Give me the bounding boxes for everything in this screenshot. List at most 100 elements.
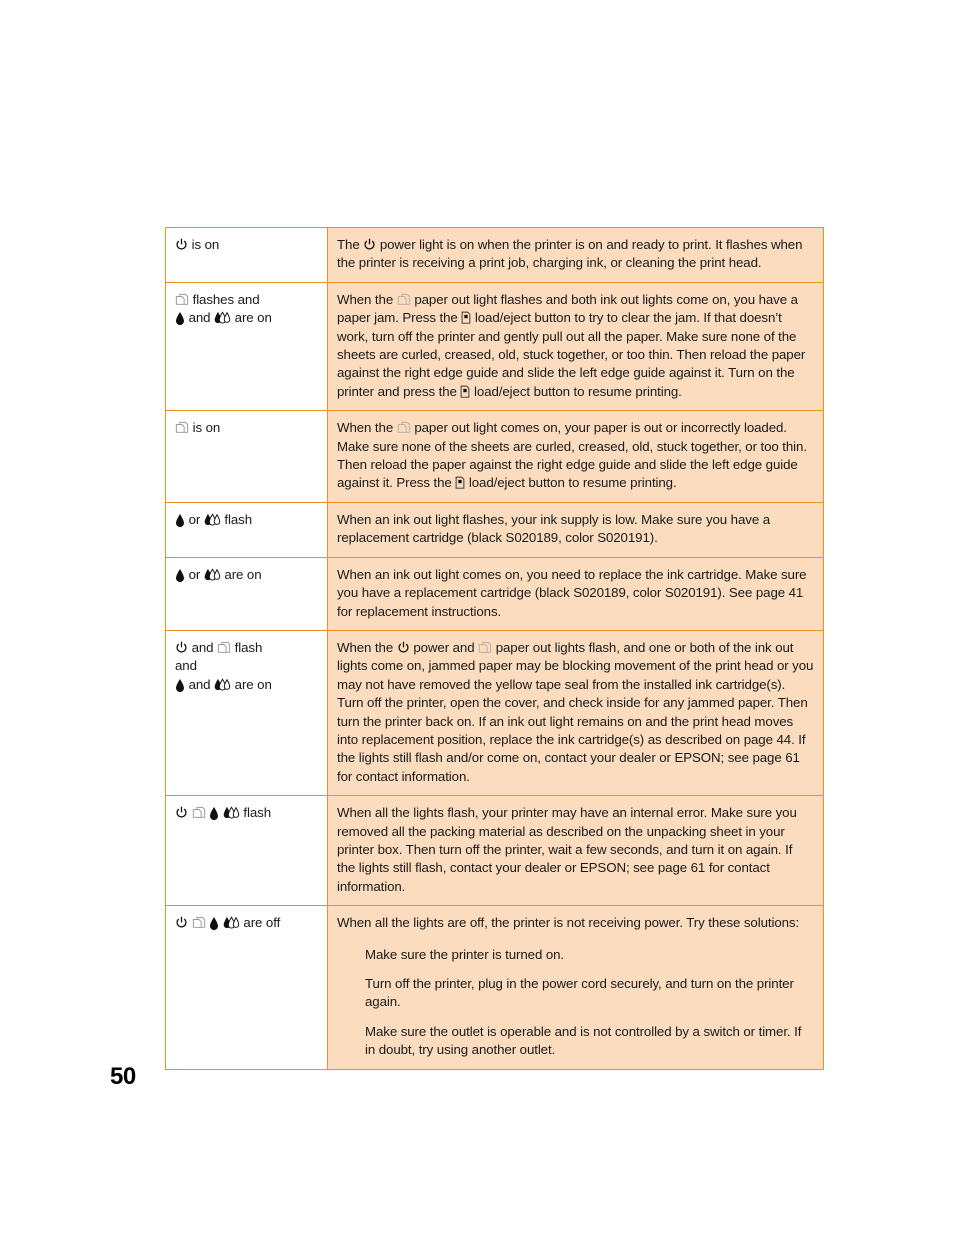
condition-cell: are off <box>165 905 328 1070</box>
condition-text: flash <box>231 639 263 655</box>
condition-cell: or are on <box>165 556 328 631</box>
table-row: or are on When an ink out light comes on… <box>165 556 824 631</box>
condition-text: and <box>185 676 215 692</box>
power-icon <box>363 238 376 251</box>
description-paragraph: When the paper out light comes on, your … <box>337 419 814 493</box>
condition-text: flashes and <box>189 291 260 307</box>
condition-cell: flash <box>165 795 328 907</box>
table-row: flash When all the lights flash, your pr… <box>165 795 824 907</box>
table-row: and flash and and are on When the power … <box>165 629 824 797</box>
condition-line: and flash <box>175 639 318 657</box>
list-item: Make sure the outlet is operable and is … <box>365 1023 802 1058</box>
paper-out-icon <box>217 641 231 654</box>
paper-out-icon <box>175 293 189 306</box>
description-cell: When an ink out light comes on, you need… <box>327 556 824 631</box>
condition-line: flashes and <box>175 291 318 309</box>
power-icon <box>175 641 188 654</box>
condition-text: are on <box>231 676 272 692</box>
condition-text: are off <box>239 915 281 931</box>
description-paragraph: When the power and paper out lights flas… <box>337 639 814 786</box>
list-item: Turn off the printer, plug in the power … <box>365 976 794 1010</box>
description-text-c: load/eject button to resume printing. <box>465 475 677 491</box>
black-ink-icon <box>209 916 219 931</box>
description-paragraph: When an ink out light comes on, you need… <box>337 566 807 619</box>
condition-line: and are on <box>175 676 318 694</box>
condition-line: or flash <box>175 511 318 529</box>
table-row: flashes and and are on When the paper ou <box>165 281 824 412</box>
description-paragraph: When the paper out light flashes and bot… <box>337 291 814 401</box>
load-eject-icon <box>461 311 471 324</box>
solution-list: Make sure the printer is turned on. Turn… <box>337 946 814 1060</box>
description-text-b: power light is on when the printer is on… <box>337 237 803 271</box>
description-cell: When the paper out light flashes and bot… <box>327 281 824 412</box>
description-text-a: When the <box>337 420 397 436</box>
black-ink-icon <box>175 311 185 326</box>
color-ink-icon <box>204 513 221 526</box>
page-number: 50 <box>110 1063 136 1090</box>
condition-cell: flashes and and are on <box>165 281 328 412</box>
description-cell: When the power and paper out lights flas… <box>327 629 824 797</box>
color-ink-icon <box>223 806 240 819</box>
load-eject-icon <box>460 385 470 398</box>
color-ink-icon <box>214 678 231 691</box>
condition-line: are off <box>175 914 318 932</box>
color-ink-icon <box>223 916 240 929</box>
power-icon <box>397 641 410 654</box>
description-paragraph: When all the lights flash, your printer … <box>337 805 797 894</box>
description-cell: When all the lights flash, your printer … <box>327 795 824 907</box>
black-ink-icon <box>175 568 185 582</box>
table-row: or flash When an ink out light flashes, … <box>165 501 824 558</box>
description-text-a: The <box>337 237 364 252</box>
description-text-d: load/eject button to resume printing. <box>470 383 682 399</box>
paper-out-icon <box>397 421 411 434</box>
condition-text: flash <box>239 805 272 821</box>
power-icon <box>175 916 188 929</box>
condition-text: or <box>185 511 204 527</box>
description-paragraph: The power light is on when the printer i… <box>337 236 814 273</box>
description-cell: When an ink out light flashes, your ink … <box>327 501 824 558</box>
paper-out-icon <box>175 421 189 434</box>
condition-line: or are on <box>175 566 318 584</box>
description-paragraph: When all the lights are off, the printer… <box>337 915 800 931</box>
description-cell: When the paper out light comes on, your … <box>327 410 824 503</box>
description-cell: The power light is on when the printer i… <box>327 227 824 283</box>
table-row: are off When all the lights are off, the… <box>165 905 824 1070</box>
condition-line: flash <box>175 804 318 822</box>
paper-out-icon <box>397 293 411 306</box>
table-row: is on The power light is on when the pri… <box>165 227 824 283</box>
description-text-c: paper out lights flash, and one or both … <box>337 639 814 784</box>
color-ink-icon <box>204 568 221 581</box>
paper-out-icon <box>192 806 206 819</box>
paper-out-icon <box>192 916 206 929</box>
description-text-a: When the <box>337 639 397 655</box>
condition-line: is on <box>175 419 318 437</box>
condition-text: is on <box>189 420 221 436</box>
condition-cell: and flash and and are on <box>165 629 328 797</box>
condition-text: and <box>185 310 215 326</box>
power-icon <box>175 806 188 819</box>
load-eject-icon <box>455 476 465 490</box>
power-icon <box>175 238 188 251</box>
list-item: Make sure the printer is turned on. <box>365 946 565 962</box>
black-ink-icon <box>175 513 185 527</box>
black-ink-icon <box>175 678 185 692</box>
condition-cell: or flash <box>165 501 328 558</box>
black-ink-icon <box>209 806 219 821</box>
condition-text: or <box>185 566 204 582</box>
printer-status-light-table: is on The power light is on when the pri… <box>165 227 824 1070</box>
color-ink-icon <box>214 311 231 324</box>
condition-text: is on <box>188 237 220 252</box>
condition-text: and <box>188 639 218 655</box>
table-row: is on When the paper out light comes on,… <box>165 410 824 503</box>
description-paragraph: When an ink out light flashes, your ink … <box>337 511 771 546</box>
paper-out-icon <box>478 641 492 654</box>
document-page: is on The power light is on when the pri… <box>0 0 954 1235</box>
condition-line: and are on <box>175 309 318 327</box>
condition-line: is on <box>175 236 318 254</box>
condition-text: are on <box>231 310 272 326</box>
description-text-a: When the <box>337 291 397 307</box>
condition-cell: is on <box>165 410 328 503</box>
condition-text: flash <box>220 511 252 527</box>
description-cell: When all the lights are off, the printer… <box>327 905 824 1070</box>
description-text-b: power and <box>409 639 479 655</box>
